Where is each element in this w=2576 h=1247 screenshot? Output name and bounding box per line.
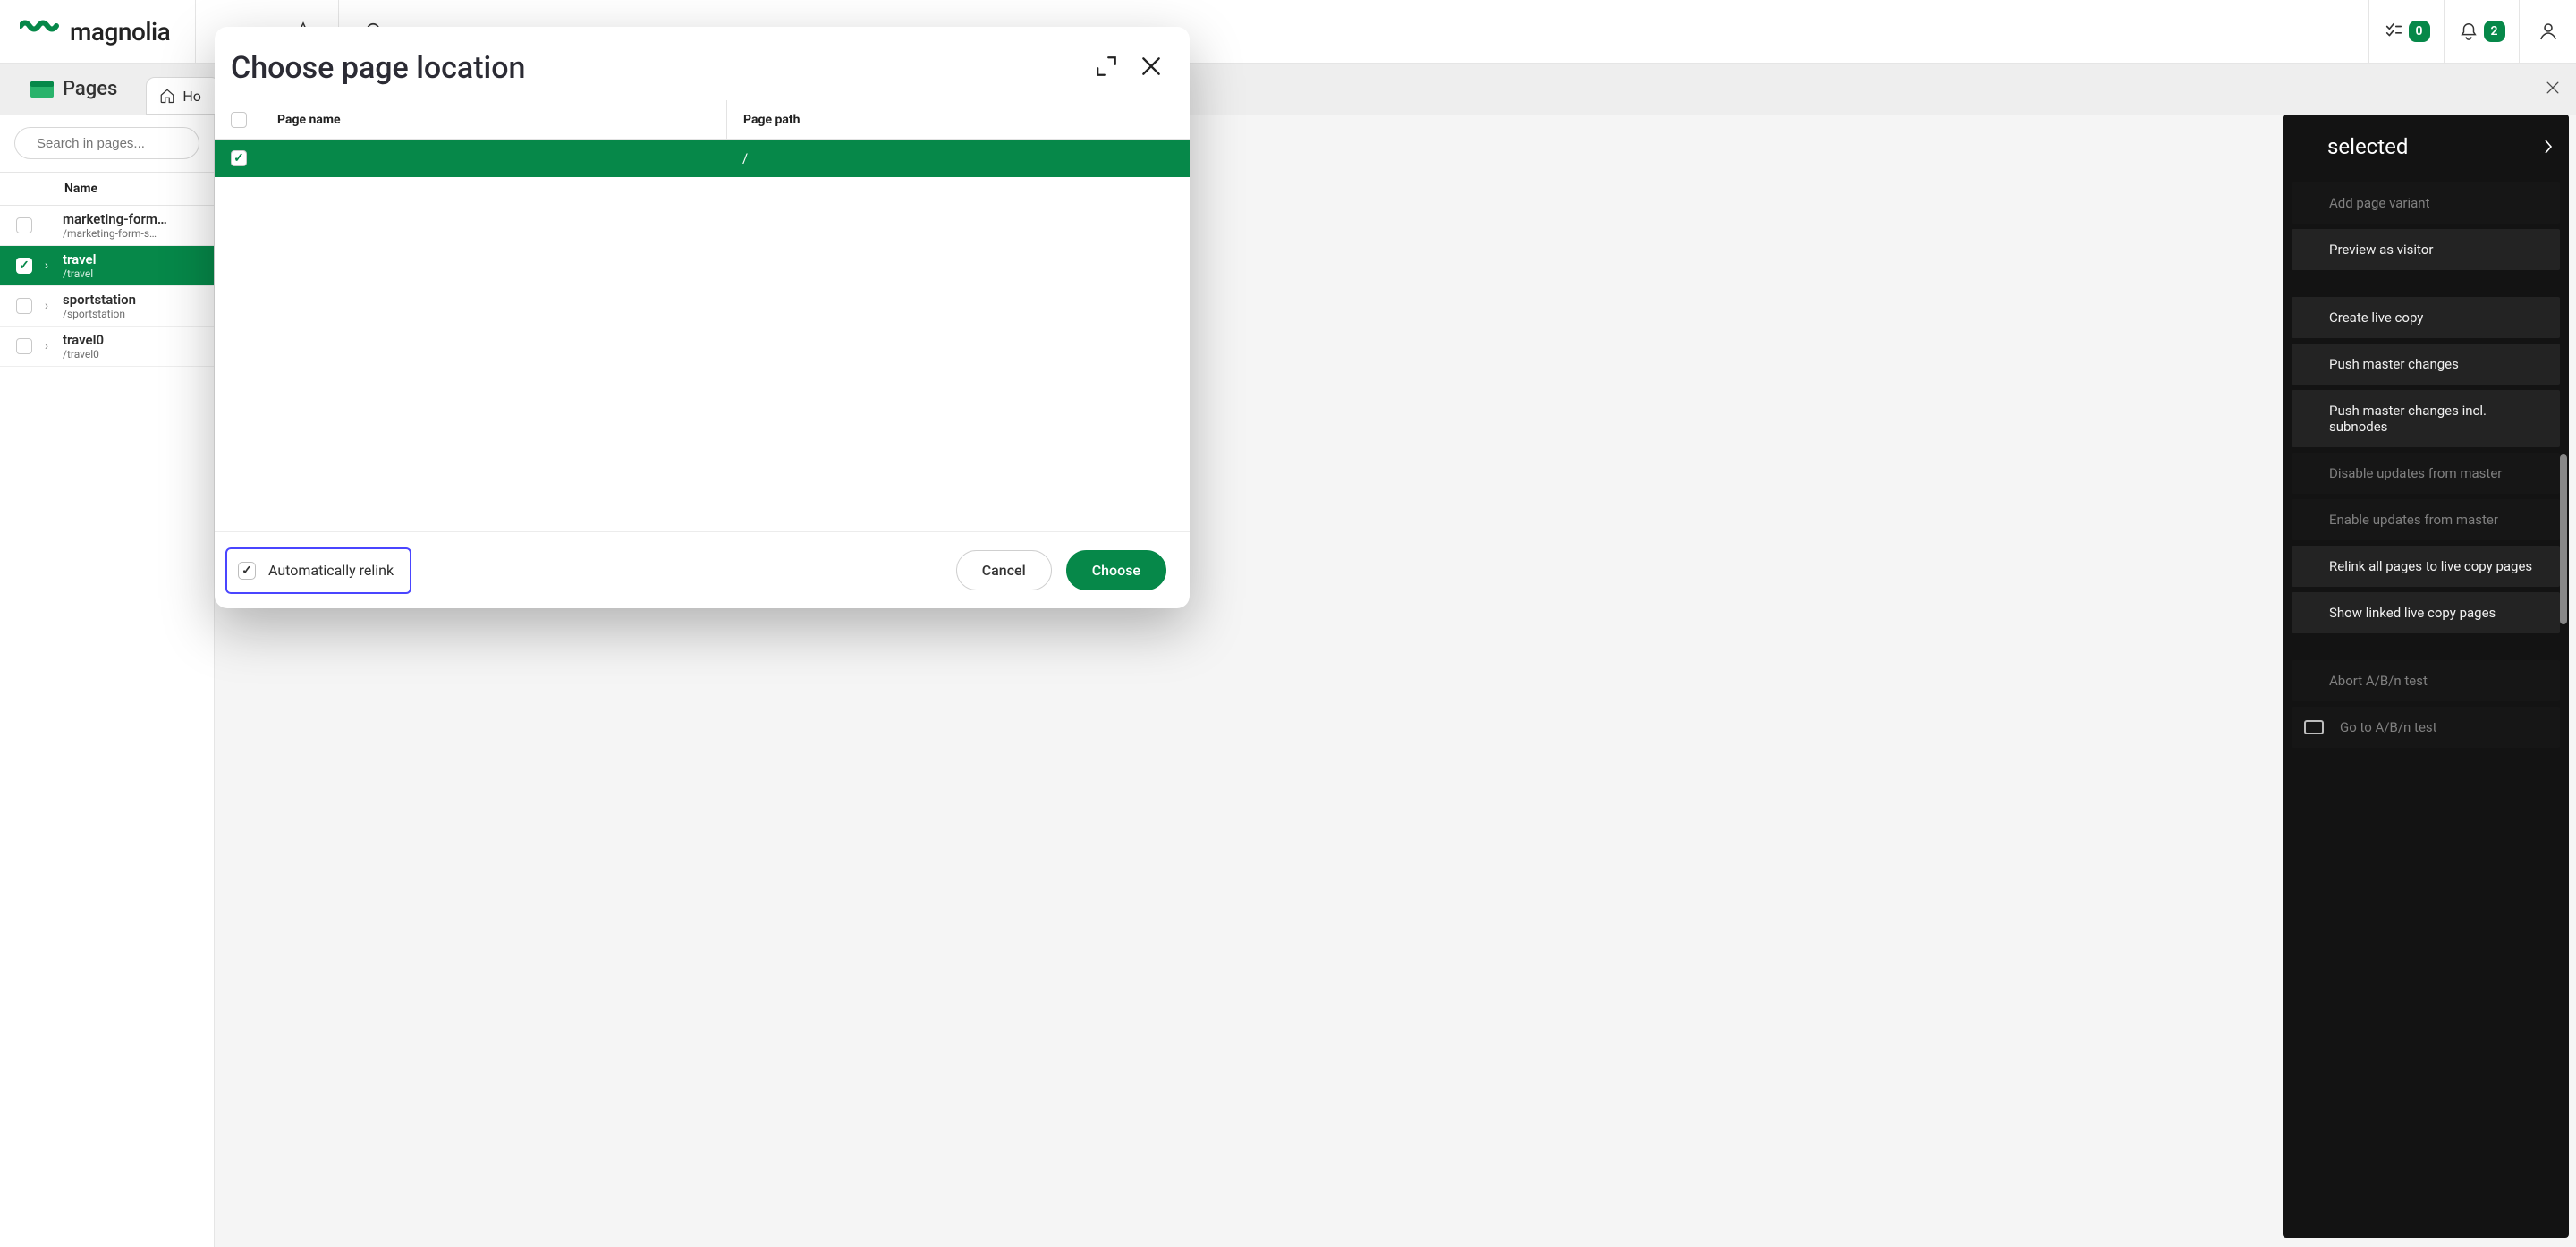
auto-relink-option[interactable]: Automatically relink bbox=[225, 547, 411, 594]
tree-column-name: Name bbox=[0, 172, 214, 206]
home-icon bbox=[159, 88, 175, 104]
row-title: sportstation bbox=[63, 292, 136, 308]
row-checkbox[interactable] bbox=[16, 298, 32, 314]
brand-logo[interactable]: magnolia bbox=[0, 0, 195, 63]
row-checkbox[interactable] bbox=[16, 338, 32, 354]
chevron-right-icon bbox=[2544, 139, 2553, 155]
close-subheader-button[interactable] bbox=[2544, 79, 2562, 100]
action-item[interactable]: Relink all pages to live copy pages bbox=[2292, 546, 2560, 587]
chevron-right-icon[interactable]: › bbox=[41, 259, 54, 273]
row-checkbox[interactable] bbox=[231, 150, 247, 166]
row-title: travel0 bbox=[63, 332, 104, 348]
tree-row[interactable]: › travel/travel bbox=[0, 246, 214, 286]
actions-panel: selected Add page variant Preview as visi… bbox=[2283, 115, 2569, 1238]
row-checkbox[interactable] bbox=[16, 258, 32, 274]
row-title: travel bbox=[63, 251, 97, 267]
search-input[interactable] bbox=[37, 136, 215, 151]
close-icon bbox=[2544, 79, 2562, 97]
actions-header[interactable]: selected bbox=[2283, 115, 2569, 179]
action-item: Add page variant bbox=[2292, 182, 2560, 224]
row-path: /sportstation bbox=[63, 308, 136, 320]
row-title: marketing-form… bbox=[63, 211, 167, 227]
auto-relink-label: Automatically relink bbox=[268, 562, 394, 579]
location-row[interactable]: / bbox=[215, 140, 1190, 177]
row-path: /travel0 bbox=[63, 348, 104, 361]
select-all-checkbox[interactable] bbox=[231, 112, 247, 128]
action-item[interactable]: Push master changes bbox=[2292, 344, 2560, 385]
row-checkbox[interactable] bbox=[16, 217, 32, 233]
cancel-button[interactable]: Cancel bbox=[956, 550, 1052, 590]
action-item[interactable]: Create live copy bbox=[2292, 297, 2560, 338]
close-icon bbox=[1140, 55, 1163, 78]
row-path: /travel bbox=[63, 267, 97, 280]
tab-label: Ho bbox=[182, 88, 201, 105]
row-page-path: / bbox=[726, 150, 1190, 166]
choose-button[interactable]: Choose bbox=[1066, 550, 1166, 590]
action-item[interactable]: Preview as visitor bbox=[2292, 229, 2560, 270]
scrollbar-thumb[interactable] bbox=[2560, 454, 2567, 624]
user-icon bbox=[2538, 21, 2559, 42]
auto-relink-checkbox[interactable] bbox=[238, 562, 256, 580]
pages-app-icon bbox=[30, 81, 54, 98]
col-page-path: Page path bbox=[726, 100, 1190, 139]
profile-button[interactable] bbox=[2519, 0, 2576, 63]
chevron-right-icon[interactable]: › bbox=[41, 299, 54, 313]
ab-test-icon bbox=[2304, 720, 2324, 734]
notifications-button[interactable]: 2 bbox=[2444, 0, 2519, 63]
action-label: Go to A/B/n test bbox=[2340, 719, 2437, 735]
action-item: Abort A/B/n test bbox=[2292, 660, 2560, 701]
app-name: Pages bbox=[63, 78, 117, 100]
tasks-icon bbox=[2384, 21, 2403, 41]
magnolia-logo-icon bbox=[20, 20, 61, 43]
tree-row[interactable]: › sportstation/sportstation bbox=[0, 286, 214, 327]
page-search[interactable] bbox=[14, 127, 199, 159]
action-item[interactable]: Show linked live copy pages bbox=[2292, 592, 2560, 633]
tasks-button[interactable]: 0 bbox=[2368, 0, 2444, 63]
actions-header-label: selected bbox=[2327, 134, 2408, 159]
chevron-right-icon[interactable]: › bbox=[41, 339, 54, 353]
brand-name: magnolia bbox=[70, 17, 170, 47]
tree-row[interactable]: marketing-form…/marketing-form-s… bbox=[0, 206, 214, 246]
action-item[interactable]: Push master changes incl. subnodes bbox=[2292, 390, 2560, 447]
tree-row[interactable]: › travel0/travel0 bbox=[0, 327, 214, 367]
bell-icon bbox=[2459, 21, 2479, 41]
expand-icon bbox=[1095, 55, 1118, 78]
dialog-title: Choose page location bbox=[231, 50, 525, 86]
tasks-badge: 0 bbox=[2409, 21, 2430, 42]
location-grid: Page name Page path / bbox=[215, 100, 1190, 531]
notifications-badge: 2 bbox=[2484, 21, 2505, 42]
tab-home[interactable]: Ho bbox=[146, 77, 220, 115]
grid-header: Page name Page path bbox=[215, 100, 1190, 140]
expand-dialog-button[interactable] bbox=[1095, 55, 1118, 81]
action-item: Disable updates from master bbox=[2292, 453, 2560, 494]
choose-location-dialog: Choose page location Page name Page path… bbox=[215, 27, 1190, 608]
col-page-name: Page name bbox=[263, 113, 726, 127]
close-dialog-button[interactable] bbox=[1140, 55, 1163, 81]
row-path: /marketing-form-s… bbox=[63, 227, 167, 240]
actions-scrollbar[interactable] bbox=[2560, 186, 2567, 1229]
page-tree-panel: Name marketing-form…/marketing-form-s… › t… bbox=[0, 115, 215, 1247]
app-name-chip[interactable]: Pages bbox=[18, 72, 130, 106]
action-item: Enable updates from master bbox=[2292, 499, 2560, 540]
action-item: Go to A/B/n test bbox=[2292, 707, 2560, 748]
